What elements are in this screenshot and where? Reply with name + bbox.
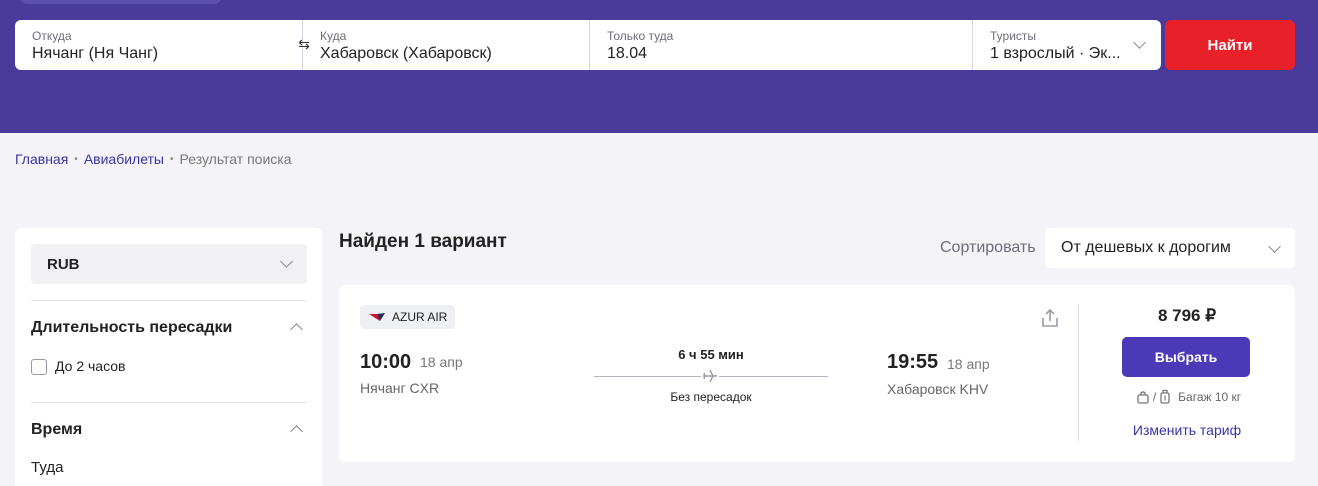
divider <box>31 402 307 403</box>
select-button[interactable]: Выбрать <box>1122 337 1250 377</box>
plane-icon <box>701 368 719 384</box>
arrival-time: 19:55 <box>887 351 939 373</box>
chevron-down-icon <box>1268 240 1281 253</box>
to-field[interactable]: Куда Хабаровск (Хабаровск) <box>303 20 590 70</box>
top-tab[interactable] <box>18 0 223 4</box>
departure-time: 10:00 <box>360 351 412 373</box>
currency-select[interactable]: RUB <box>31 244 307 284</box>
filters-sidebar: RUB Длительность пересадки До 2 часов Вр… <box>15 228 322 486</box>
chevron-down-icon <box>280 255 293 268</box>
date-field[interactable]: Только туда 18.04 <box>590 20 973 70</box>
results-title: Найден 1 вариант <box>339 231 507 252</box>
airline-name: AZUR AIR <box>392 310 448 324</box>
date-label: Только туда <box>607 29 674 43</box>
stops-info: Без пересадок <box>670 390 752 404</box>
baggage-label: Багаж 10 кг <box>1178 390 1242 404</box>
chevron-up-icon[interactable] <box>290 425 303 438</box>
search-form: Откуда Нячанг (Ня Чанг) ⇆ Куда Хабаровск… <box>15 20 1161 70</box>
transfer-filter-title[interactable]: Длительность пересадки <box>31 319 232 337</box>
sort-select[interactable]: От дешевых к дорогим <box>1045 228 1295 268</box>
time-filter-title[interactable]: Время <box>31 421 82 439</box>
flight-duration: 6 ч 55 мин <box>678 347 744 362</box>
tourists-field[interactable]: Туристы 1 взрослый · Эк... <box>973 20 1161 70</box>
flight-card: AZUR AIR 10:00 18 апр Нячанг CXR 6 ч 55 … <box>339 285 1295 462</box>
share-icon[interactable] <box>1039 307 1061 329</box>
price: 8 796 ₽ <box>1157 306 1217 325</box>
sort-label: Сортировать <box>940 239 1036 256</box>
to-label: Куда <box>320 29 347 43</box>
airline-logo-icon <box>369 313 385 321</box>
to-value[interactable]: Хабаровск (Хабаровск) <box>320 43 589 65</box>
from-field[interactable]: Откуда Нячанг (Ня Чанг) ⇆ <box>15 20 310 70</box>
breadcrumb: Главная • Авиабилеты • Результат поиска <box>15 151 291 167</box>
baggage-slash: / <box>1152 390 1157 404</box>
bag-icon <box>1137 391 1149 404</box>
breadcrumb-tickets[interactable]: Авиабилеты <box>84 151 164 167</box>
breadcrumb-home[interactable]: Главная <box>15 151 68 167</box>
baggage-info: / Багаж 10 кг <box>1079 389 1295 405</box>
breadcrumb-separator: • <box>170 153 174 165</box>
divider <box>31 300 307 301</box>
transfer-option-label[interactable]: До 2 часов <box>55 358 125 374</box>
luggage-icon <box>1160 389 1170 404</box>
arrival-date: 18 апр <box>947 356 990 372</box>
from-label: Откуда <box>32 29 72 43</box>
change-tariff-link[interactable]: Изменить тариф <box>1079 422 1295 438</box>
transfer-checkbox[interactable] <box>31 359 47 375</box>
departure-city: Нячанг CXR <box>360 380 440 396</box>
time-direction-label: Туда <box>31 459 64 476</box>
airline-badge: AZUR AIR <box>360 305 456 329</box>
from-value[interactable]: Нячанг (Ня Чанг) <box>32 43 302 65</box>
search-button[interactable]: Найти <box>1165 20 1295 70</box>
breadcrumb-current: Результат поиска <box>179 151 292 167</box>
breadcrumb-separator: • <box>74 153 78 165</box>
departure-date: 18 апр <box>420 354 463 370</box>
chevron-up-icon[interactable] <box>290 323 303 336</box>
arrival-city: Хабаровск KHV <box>887 381 989 397</box>
tourists-value[interactable]: 1 взрослый · Эк... <box>990 43 1161 65</box>
header: Откуда Нячанг (Ня Чанг) ⇆ Куда Хабаровск… <box>0 0 1318 133</box>
currency-value: RUB <box>47 256 80 273</box>
sort-value: От дешевых к дорогим <box>1061 239 1231 256</box>
date-value[interactable]: 18.04 <box>607 43 972 65</box>
